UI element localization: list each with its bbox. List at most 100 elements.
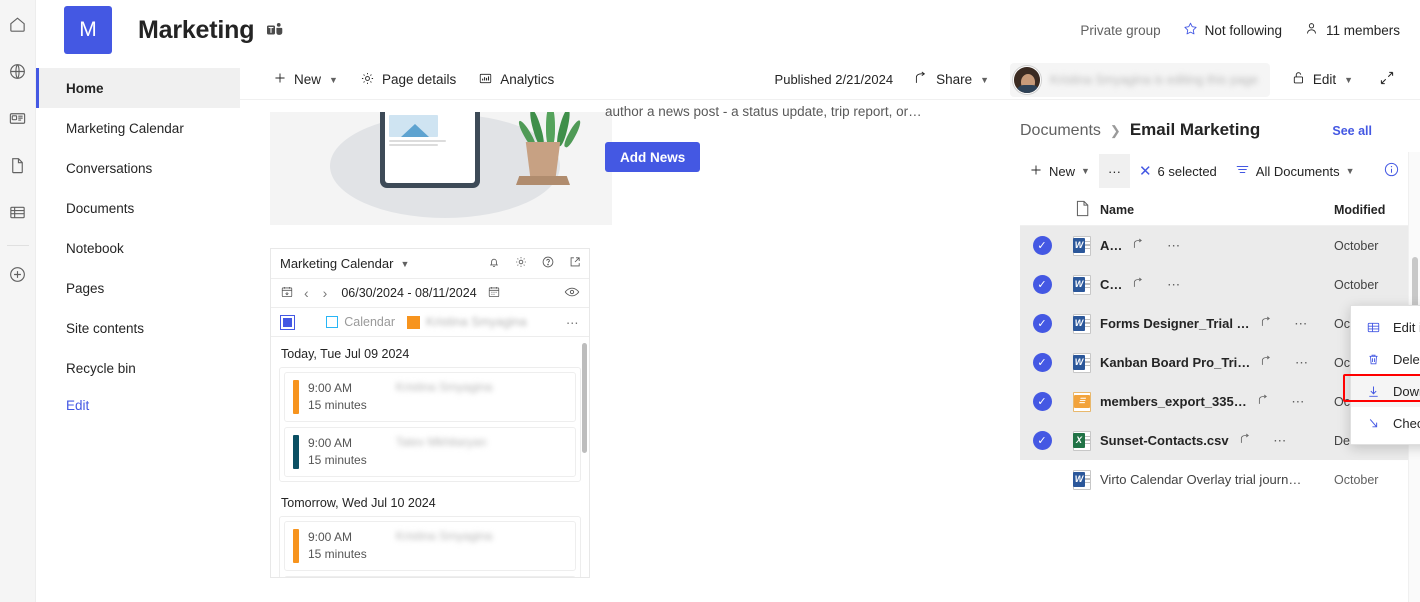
- view-switcher[interactable]: All Documents ▼: [1226, 154, 1364, 188]
- doc-more-button[interactable]: ···: [1098, 154, 1130, 188]
- home-icon[interactable]: [2, 8, 34, 40]
- share-icon: [914, 71, 929, 89]
- bell-icon[interactable]: [487, 255, 501, 272]
- members-button[interactable]: 11 members: [1304, 21, 1400, 39]
- page-details-button[interactable]: Page details: [349, 64, 467, 96]
- row-checkbox[interactable]: ✓: [1020, 392, 1064, 411]
- calendar-picker-icon[interactable]: [487, 285, 501, 302]
- star-icon: [1183, 21, 1198, 39]
- coauthor-presence[interactable]: Kristina Smyagina is editing this page: [1010, 62, 1270, 97]
- shared-icon[interactable]: [1132, 237, 1148, 254]
- color-swatch-button[interactable]: [280, 314, 295, 330]
- calendar-overflow-button[interactable]: ⋯: [558, 315, 580, 330]
- calendar-event[interactable]: 9:00 AM 15 minutes Kristina Smyagina: [284, 372, 576, 422]
- row-overflow-button[interactable]: ⋯: [1265, 433, 1297, 449]
- row-overflow-button[interactable]: ⋯: [1286, 355, 1318, 371]
- row-overflow-button[interactable]: ⋯: [1158, 277, 1190, 293]
- calendar-agenda: Today, Tue Jul 09 2024 9:00 AM 15 minute…: [271, 337, 589, 577]
- file-icon[interactable]: [2, 149, 34, 181]
- edit-button[interactable]: Edit ▼: [1280, 64, 1364, 96]
- fullscreen-button[interactable]: [1368, 64, 1406, 96]
- menu-item-check-out[interactable]: Check out: [1351, 407, 1420, 439]
- sidebar-item-site-contents[interactable]: Site contents: [36, 308, 240, 348]
- eye-icon[interactable]: [564, 285, 580, 302]
- popout-icon[interactable]: [568, 255, 582, 272]
- calendar-event[interactable]: 9:00 AM 15 minutes Tatev Mkhitaryan: [284, 427, 576, 477]
- shared-icon[interactable]: [1132, 276, 1148, 293]
- row-overflow-button[interactable]: ⋯: [1286, 316, 1318, 332]
- row-name-cell: A… ⋯: [1100, 237, 1334, 254]
- chevron-down-icon[interactable]: ▼: [400, 259, 409, 269]
- sidebar-item-label: Conversations: [66, 160, 153, 176]
- news-icon[interactable]: [2, 102, 34, 134]
- teams-icon[interactable]: [266, 22, 284, 38]
- table-row[interactable]: ✓ W C… ⋯ October: [1020, 265, 1420, 304]
- prev-period-button[interactable]: ‹: [300, 285, 313, 301]
- column-header-name[interactable]: Name: [1100, 203, 1334, 217]
- sidebar-item-home[interactable]: Home: [36, 68, 240, 108]
- privacy-text: Private group: [1080, 22, 1161, 38]
- doc-new-button[interactable]: New ▼: [1020, 154, 1099, 188]
- table-row[interactable]: W Virto Calendar Overlay trial journ… Oc…: [1020, 460, 1420, 499]
- calendar-scrollbar-thumb[interactable]: [582, 343, 587, 453]
- follow-button[interactable]: Not following: [1183, 21, 1282, 39]
- sidebar-edit-link[interactable]: Edit: [36, 388, 240, 422]
- documents-breadcrumb-row: Documents ❯ Email Marketing See all: [1020, 100, 1420, 140]
- breadcrumb-documents[interactable]: Documents: [1020, 122, 1101, 140]
- row-checkbox[interactable]: ✓: [1020, 431, 1064, 450]
- sidebar-item-label: Recycle bin: [66, 360, 136, 376]
- menu-item-download[interactable]: Download: [1351, 375, 1420, 407]
- table-row[interactable]: ✓ W A… ⋯ October: [1020, 226, 1420, 265]
- plus-icon: [273, 71, 287, 88]
- ellipsis-icon: ···: [1107, 163, 1121, 179]
- word-file-icon: W: [1073, 313, 1091, 334]
- lists-icon[interactable]: [2, 196, 34, 228]
- row-file-type: X: [1064, 430, 1100, 451]
- sidebar-item-notebook[interactable]: Notebook: [36, 228, 240, 268]
- menu-item-delete[interactable]: Delete: [1351, 343, 1420, 375]
- sidebar-item-label: Home: [66, 80, 104, 96]
- sidebar-item-documents[interactable]: Documents: [36, 188, 240, 228]
- help-icon[interactable]: [541, 255, 555, 272]
- shared-icon[interactable]: [1257, 393, 1273, 410]
- row-checkbox[interactable]: ✓: [1020, 236, 1064, 255]
- create-icon[interactable]: [2, 258, 34, 290]
- calendar-checkbox[interactable]: [326, 316, 339, 328]
- shared-icon[interactable]: [1239, 432, 1255, 449]
- globe-icon[interactable]: [2, 55, 34, 87]
- add-news-button[interactable]: Add News: [605, 142, 701, 172]
- documents-list-header: Name Modified: [1020, 194, 1420, 226]
- shared-icon[interactable]: [1260, 354, 1276, 371]
- row-overflow-button[interactable]: ⋯: [1283, 394, 1315, 410]
- sidebar-item-pages[interactable]: Pages: [36, 268, 240, 308]
- today-icon[interactable]: [280, 285, 294, 302]
- word-file-icon: W: [1073, 235, 1091, 256]
- analytics-button[interactable]: Analytics: [467, 64, 565, 96]
- sidebar-item-label: Marketing Calendar: [66, 120, 184, 136]
- share-button[interactable]: Share ▼: [903, 64, 1000, 96]
- selection-count[interactable]: ✕ 6 selected: [1130, 154, 1226, 188]
- menu-item-edit-in-grid-view[interactable]: Edit in grid view: [1351, 311, 1420, 343]
- row-checkbox[interactable]: ✓: [1020, 353, 1064, 372]
- site-header-actions: Private group Not following 11 members: [1080, 21, 1400, 39]
- row-overflow-button[interactable]: ⋯: [1158, 238, 1190, 254]
- agenda-day-group: 9:00 AM 15 minutes Kristina Smyagina 9:0…: [279, 516, 581, 577]
- sidebar-item-conversations[interactable]: Conversations: [36, 148, 240, 188]
- info-icon[interactable]: [1383, 161, 1400, 181]
- calendar-event[interactable]: 9:00 AM 15 minutes Kristina Smyagina: [284, 521, 576, 571]
- new-button[interactable]: New ▼: [262, 64, 349, 96]
- grid-icon: [1365, 320, 1381, 335]
- calendar-event[interactable]: 9:00 AM 15 minutes Tatev Mkhitaryan: [284, 576, 576, 577]
- site-logo[interactable]: M: [64, 6, 112, 54]
- gear-icon[interactable]: [514, 255, 528, 272]
- shared-icon[interactable]: [1260, 315, 1276, 332]
- row-checkbox[interactable]: ✓: [1020, 314, 1064, 333]
- check-icon: ✓: [1032, 314, 1052, 333]
- sidebar-item-recycle-bin[interactable]: Recycle bin: [36, 348, 240, 388]
- column-header-type[interactable]: [1064, 200, 1100, 220]
- analytics-label: Analytics: [500, 72, 555, 87]
- row-checkbox[interactable]: ✓: [1020, 275, 1064, 294]
- see-all-link[interactable]: See all: [1332, 124, 1372, 138]
- next-period-button[interactable]: ›: [319, 285, 332, 301]
- sidebar-item-marketing-calendar[interactable]: Marketing Calendar: [36, 108, 240, 148]
